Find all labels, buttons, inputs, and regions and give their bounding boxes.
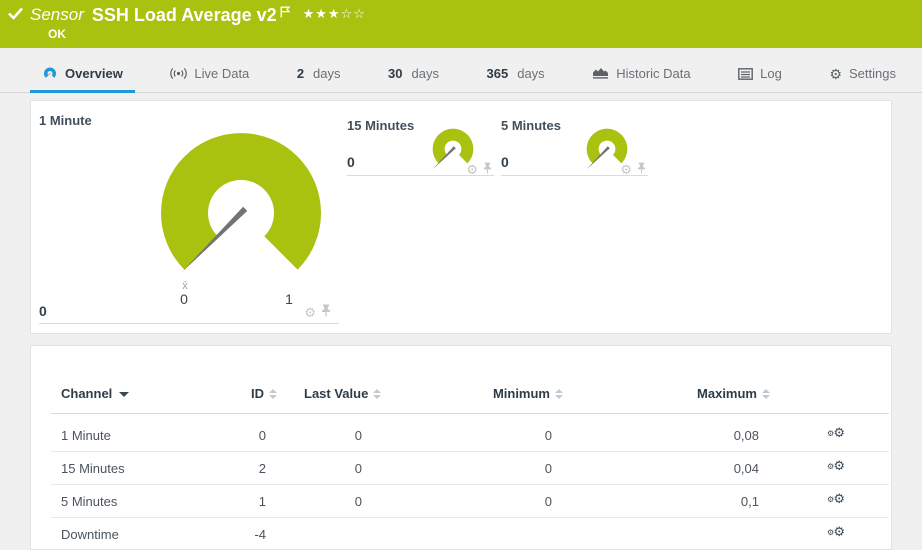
column-label: Last Value <box>304 386 369 401</box>
channel-maximum: 0,04 <box>733 461 759 476</box>
channels-panel: Channel ID Last Value Minimum Maximum 1 … <box>30 345 892 550</box>
channel-maximum: 0,1 <box>740 494 759 509</box>
channel-last-value: 0 <box>354 461 362 476</box>
tab-number: 365 <box>486 66 509 81</box>
live-data-icon <box>170 67 188 80</box>
divider <box>39 323 339 324</box>
channels-table-header: Channel ID Last Value Minimum Maximum <box>31 384 891 404</box>
historic-data-icon <box>592 67 609 80</box>
tab-label: days <box>517 66 545 81</box>
mini-gauge-actions: ⚙ <box>347 161 492 179</box>
tab-settings[interactable]: ⚙ Settings <box>817 57 908 92</box>
primary-gauge-title: 1 Minute <box>39 113 92 128</box>
header-divider <box>51 413 889 414</box>
tab-label: days <box>411 66 439 81</box>
channel-settings-icon[interactable]: ⚙ ⚙ <box>827 491 845 508</box>
divider <box>347 175 494 176</box>
channel-minimum: 0 <box>544 428 552 443</box>
primary-gauge-actions: ⚙ <box>39 304 331 322</box>
tab-label: Settings <box>848 66 896 81</box>
object-kind-label: Sensor <box>30 5 84 24</box>
mini-gauge-actions: ⚙ <box>501 161 646 179</box>
column-header-minimum[interactable]: Minimum <box>452 384 563 404</box>
tab-historic-data[interactable]: Historic Data <box>580 57 702 92</box>
row-divider <box>51 517 889 518</box>
tab-365-days[interactable]: 365 days <box>475 57 557 92</box>
sensor-header: Sensor SSH Load Average v2 ★★★☆☆ OK <box>0 0 922 48</box>
pin-icon[interactable] <box>637 161 646 179</box>
mini-gauge-title: 5 Minutes <box>501 118 561 133</box>
mini-gauge-title: 15 Minutes <box>347 118 415 133</box>
column-header-maximum[interactable]: Maximum <box>659 384 770 404</box>
sensor-status-badge: OK <box>48 27 66 41</box>
status-ok-check-icon <box>8 7 23 25</box>
table-row: 1 Minute 0 0 0 0,08 ⚙ ⚙ <box>31 425 891 446</box>
table-row: 15 Minutes 2 0 0 0,04 ⚙ ⚙ <box>31 458 891 479</box>
channel-id: 1 <box>258 494 266 509</box>
channel-settings-icon[interactable]: ⚙ ⚙ <box>827 458 845 475</box>
gauge-arc <box>586 128 628 164</box>
sort-toggle-icon <box>555 389 563 399</box>
tab-label: days <box>313 66 341 81</box>
log-icon <box>738 67 754 80</box>
column-label: Channel <box>61 386 113 401</box>
pin-icon[interactable] <box>321 304 331 322</box>
tab-label: Historic Data <box>616 66 691 81</box>
row-divider <box>51 484 889 485</box>
tab-label: Live Data <box>194 66 250 81</box>
sort-desc-icon <box>119 391 130 397</box>
sort-toggle-icon <box>762 389 770 399</box>
sensor-title: SSH Load Average v2 <box>91 5 277 25</box>
gauges-panel: 1 Minute x̄ 0 1 0 ⚙ 15 Minutes 0 ⚙ 5 Min… <box>30 100 892 334</box>
tab-log[interactable]: Log <box>726 57 794 92</box>
tab-number: 2 <box>296 66 305 81</box>
row-divider <box>51 451 889 452</box>
priority-stars[interactable]: ★★★☆☆ <box>303 6 366 22</box>
column-label: Minimum <box>492 386 550 401</box>
settings-gear-icon: ⚙ <box>829 65 842 82</box>
channel-last-value: 0 <box>354 428 362 443</box>
tab-label: Overview <box>65 66 123 81</box>
tab-live-data[interactable]: Live Data <box>158 57 261 92</box>
sensor-page: Sensor SSH Load Average v2 ★★★☆☆ OK Over… <box>0 0 922 550</box>
sort-toggle-icon <box>269 389 277 399</box>
column-label: Maximum <box>697 386 757 401</box>
channel-settings-icon[interactable]: ⚙ ⚙ <box>827 524 845 541</box>
gauge-arc <box>432 128 474 164</box>
channel-id: 0 <box>258 428 266 443</box>
tab-30-days[interactable]: 30 days <box>376 57 451 92</box>
channel-minimum: 0 <box>544 461 552 476</box>
channel-minimum: 0 <box>544 494 552 509</box>
tab-overview[interactable]: Overview <box>30 57 135 93</box>
settings-gear-icon[interactable]: ⚙ <box>304 306 316 319</box>
channel-settings-icon[interactable]: ⚙ ⚙ <box>827 425 845 442</box>
tab-2-days[interactable]: 2 days <box>285 57 353 92</box>
primary-gauge: x̄ 0 1 <box>161 133 322 307</box>
channel-id: -4 <box>254 527 266 542</box>
column-label: ID <box>251 386 264 401</box>
tab-number: 30 <box>388 66 403 81</box>
gauge-icon <box>42 66 58 81</box>
pin-icon[interactable] <box>483 161 492 179</box>
channel-id: 2 <box>258 461 266 476</box>
divider <box>501 175 648 176</box>
channel-last-value: 0 <box>354 494 362 509</box>
column-header-last-value[interactable]: Last Value <box>304 384 382 404</box>
priority-flag-icon[interactable] <box>280 5 291 23</box>
sensor-tab-bar: Overview Live Data 2 days 30 days 365 da… <box>0 48 922 93</box>
table-row: Downtime -4 ⚙ ⚙ <box>31 524 891 545</box>
tab-label: Log <box>760 66 782 81</box>
sort-toggle-icon <box>373 389 382 399</box>
channel-maximum: 0,08 <box>733 428 759 443</box>
gauge-arc <box>161 133 322 270</box>
table-row: 5 Minutes 1 0 0 0,1 ⚙ ⚙ <box>31 491 891 512</box>
column-header-id[interactable]: ID <box>181 384 277 404</box>
